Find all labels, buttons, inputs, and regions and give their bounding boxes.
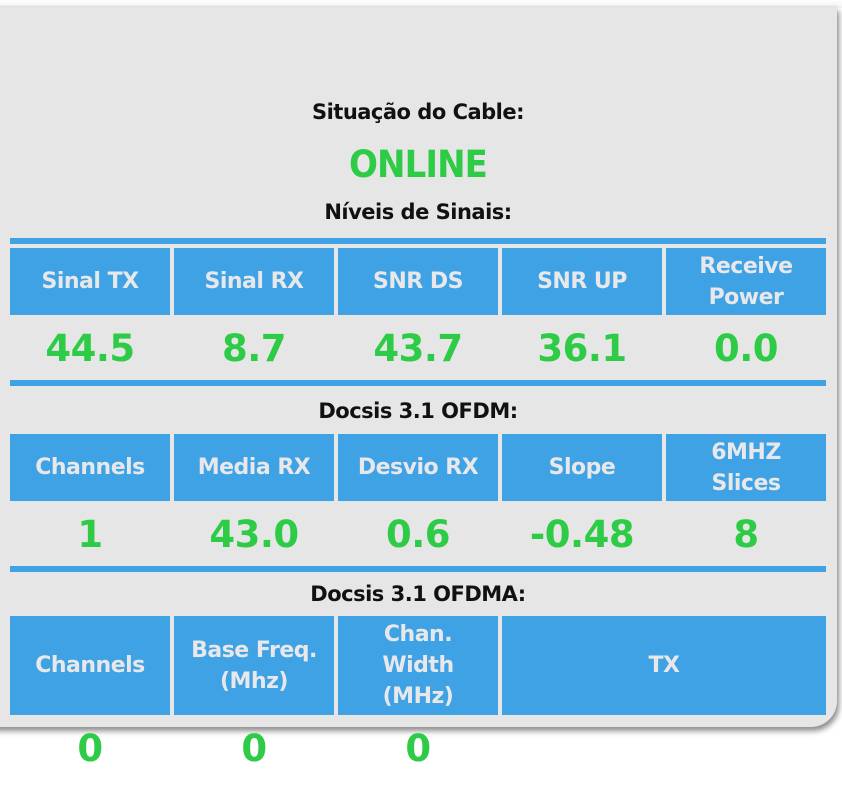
header-ofdma-channels: Channels xyxy=(10,616,170,715)
value-sinal-rx: 8.7 xyxy=(221,326,287,370)
cable-status-label: Situação do Cable: xyxy=(311,100,525,124)
value-snr-up: 36.1 xyxy=(537,326,627,370)
ofdm-value-row: 1 43.0 0.6 -0.48 8 xyxy=(10,503,826,565)
value-snr-ds: 43.7 xyxy=(373,326,463,370)
header-receive-power: Receive Power xyxy=(666,248,826,315)
value-media-rx: 43.0 xyxy=(209,512,299,556)
header-sinal-tx: Sinal TX xyxy=(10,248,170,315)
signal-levels-bottom-bar xyxy=(10,380,826,386)
value-desvio-rx: 0.6 xyxy=(385,512,451,556)
header-snr-up: SNR UP xyxy=(502,248,662,315)
ofdm-title: Docsis 3.1 OFDM: xyxy=(318,399,518,423)
header-desvio-rx: Desvio RX xyxy=(338,434,498,501)
header-chan-width: Chan. Width (MHz) xyxy=(338,616,498,715)
cable-status-value: ONLINE xyxy=(348,143,488,186)
value-chan-width: 0 xyxy=(405,726,431,770)
header-channels: Channels xyxy=(10,434,170,501)
header-tx: TX xyxy=(502,616,826,715)
signal-levels-value-row: 44.5 8.7 43.7 36.1 0.0 xyxy=(10,317,826,379)
header-6mhz-slices: 6MHZ Slices xyxy=(666,434,826,501)
ofdm-header-row: Channels Media RX Desvio RX Slope 6MHZ S… xyxy=(10,434,826,501)
ofdma-header-row: Channels Base Freq. (Mhz) Chan. Width (M… xyxy=(10,616,826,715)
header-slope: Slope xyxy=(502,434,662,501)
value-sinal-tx: 44.5 xyxy=(45,326,135,370)
value-ofdma-channels: 0 xyxy=(77,726,103,770)
header-media-rx: Media RX xyxy=(174,434,334,501)
header-snr-ds: SNR DS xyxy=(338,248,498,315)
ofdma-value-row: 0 0 0 xyxy=(10,718,826,778)
header-sinal-rx: Sinal RX xyxy=(174,248,334,315)
ofdm-bottom-bar xyxy=(10,566,826,572)
status-panel: Situação do Cable: ONLINE Níveis de Sina… xyxy=(0,7,837,727)
ofdma-title: Docsis 3.1 OFDMA: xyxy=(310,582,526,606)
signal-levels-title: Níveis de Sinais: xyxy=(324,200,512,224)
value-slope: -0.48 xyxy=(529,512,635,556)
signal-levels-top-bar xyxy=(10,238,826,244)
value-receive-power: 0.0 xyxy=(713,326,779,370)
header-base-freq: Base Freq. (Mhz) xyxy=(174,616,334,715)
value-channels: 1 xyxy=(77,512,103,556)
signal-levels-header-row: Sinal TX Sinal RX SNR DS SNR UP Receive … xyxy=(10,248,826,315)
value-base-freq: 0 xyxy=(241,726,267,770)
value-6mhz-slices: 8 xyxy=(733,512,759,556)
